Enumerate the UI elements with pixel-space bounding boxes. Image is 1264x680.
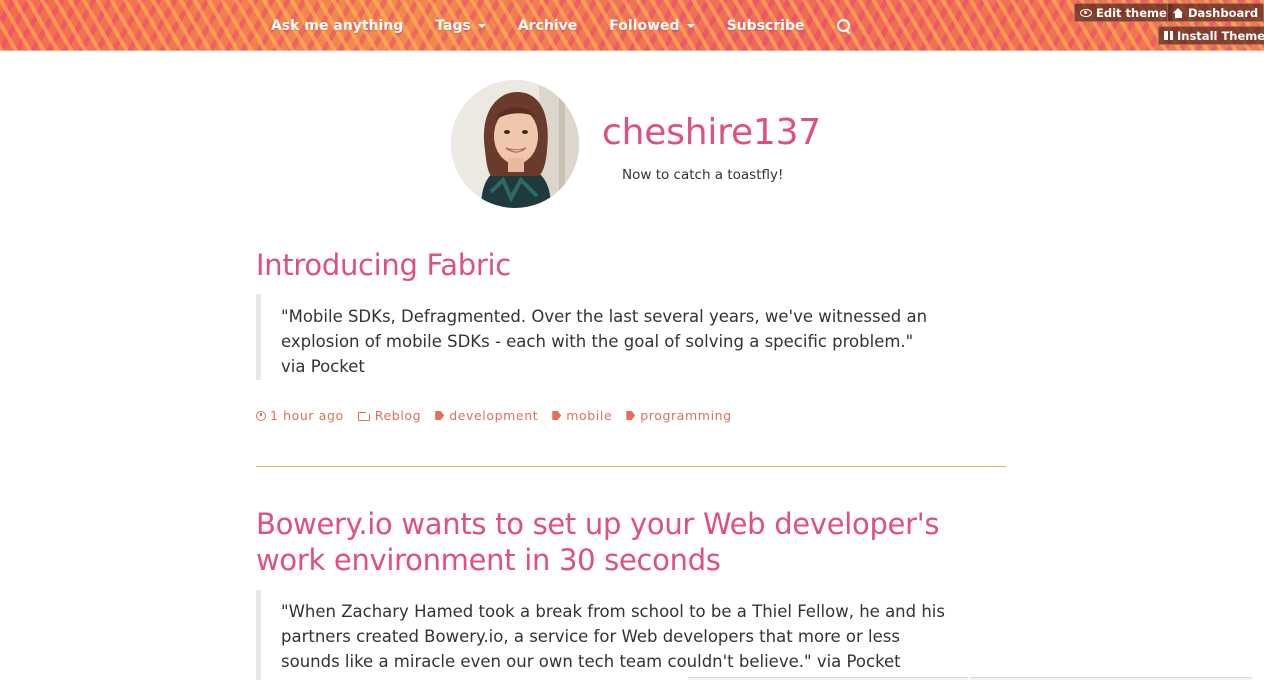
eye-icon [1080,8,1092,17]
nav-item-label: Followed [609,17,680,34]
reblog-link[interactable]: Reblog [357,408,422,423]
edit-theme-button[interactable]: Edit theme [1074,3,1173,22]
search-icon [836,18,851,33]
tag-link-mobile[interactable]: mobile [552,408,612,423]
nav-search-button[interactable] [821,0,867,51]
caret-down-icon [477,23,486,28]
post-quote: "Mobile SDKs, Defragmented. Over the las… [256,294,976,380]
tag-icon [435,411,445,420]
home-icon [1173,7,1184,18]
tag-icon [626,411,636,420]
caret-down-icon [686,23,695,28]
quote-line: "When Zachary Hamed took a break from sc… [281,602,945,621]
install-theme-label: Install Theme [1177,28,1264,43]
edit-theme-label: Edit theme [1096,5,1167,20]
nav-followed-dropdown[interactable]: Followed [593,0,710,51]
post-divider [256,466,1006,467]
nav-item-label: Archive [517,17,578,34]
post-meta: 1 hour ago Reblog development mobile pro… [256,408,746,423]
post-title-text: Introducing Fabric [256,248,511,282]
post-title-line: Bowery.io wants to set up your Web devel… [256,507,940,541]
blog-description: Now to catch a toastfly! [622,167,784,183]
post-timestamp-link[interactable]: 1 hour ago [256,408,344,423]
tag-link-programming[interactable]: programming [626,408,731,423]
reblog-icon [357,410,370,421]
post-quote: "When Zachary Hamed took a break from sc… [256,590,976,680]
quote-line: via Pocket [281,357,365,376]
post-title[interactable]: Bowery.io wants to set up your Web devel… [256,506,940,578]
quote-line: partners created Bowery.io, a service fo… [281,627,900,646]
dashboard-button[interactable]: Dashboard [1167,3,1264,22]
nav-ask-me-anything[interactable]: Ask me anything [255,0,419,51]
avatar[interactable] [451,80,579,208]
tag-label: development [449,408,539,423]
quote-line: sounds like a miracle even our own tech … [281,652,901,671]
nav-item-label: Subscribe [726,17,805,34]
nav-item-label: Ask me anything [271,17,404,34]
tag-link-development[interactable]: development [435,408,538,423]
nav-tags-dropdown[interactable]: Tags [419,0,502,51]
tag-label: mobile [566,408,613,423]
post-time: 1 hour ago [270,408,344,423]
avatar-photo [451,80,579,208]
nav-item-label: Tags [435,17,471,34]
clock-icon [256,410,266,421]
post-title-line: work environment in 30 seconds [256,543,721,577]
install-theme-button[interactable]: Install Theme [1158,26,1264,45]
tag-icon [552,411,562,420]
quote-line: "Mobile SDKs, Defragmented. Over the las… [281,307,928,326]
nav-archive[interactable]: Archive [502,0,593,51]
nav-subscribe[interactable]: Subscribe [711,0,821,51]
gift-icon [1164,31,1173,40]
tag-label: programming [640,408,732,423]
post-title[interactable]: Introducing Fabric [256,247,511,283]
reblog-label: Reblog [374,408,422,423]
quote-line: explosion of mobile SDKs - each with the… [281,332,914,351]
main-nav: Ask me anything Tags Archive Followed Su… [255,0,867,51]
dashboard-label: Dashboard [1188,5,1259,20]
blog-title[interactable]: cheshire137 [602,112,821,153]
